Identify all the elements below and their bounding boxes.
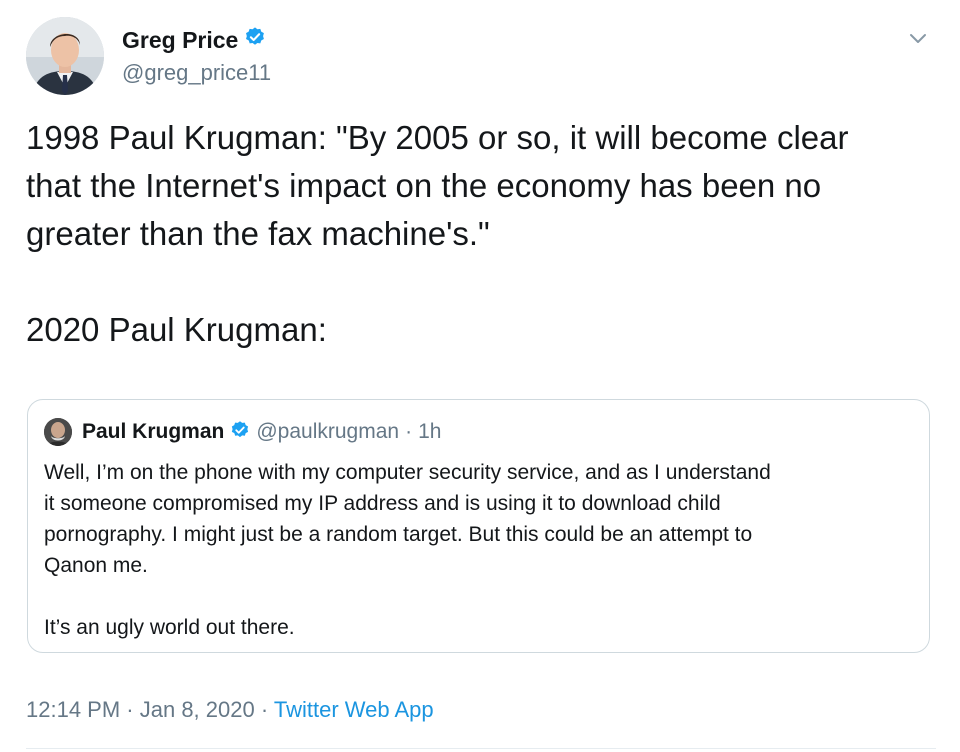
meta-separator: · <box>120 697 140 722</box>
quoted-text-line: Well, I’m on the phone with my computer … <box>44 461 771 484</box>
tweet-text-line: that the Internet's impact on the econom… <box>26 167 822 204</box>
author-handle[interactable]: @greg_price11 <box>122 60 271 86</box>
verified-badge-icon <box>230 420 250 445</box>
tweet-meta: 12:14 PM · Jan 8, 2020 · Twitter Web App <box>26 697 434 723</box>
tweet-text-line: greater than the fax machine's." <box>26 215 490 252</box>
verified-badge-icon <box>244 26 266 54</box>
author-display-name[interactable]: Greg Price <box>122 26 266 54</box>
quoted-tweet-text: Well, I’m on the phone with my computer … <box>44 457 914 643</box>
quoted-text-line: pornography. I might just be a random ta… <box>44 523 753 546</box>
quoted-text-line: It’s an ugly world out there. <box>44 616 295 639</box>
quoted-text-line: Qanon me. <box>44 554 148 577</box>
quoted-tweet-header: Paul Krugman @paulkrugman · 1h <box>44 418 441 446</box>
quoted-author-avatar <box>44 418 72 446</box>
tweet-time[interactable]: 12:14 PM <box>26 697 120 722</box>
divider <box>26 748 936 749</box>
tweet-date[interactable]: Jan 8, 2020 <box>140 697 255 722</box>
author-avatar[interactable] <box>26 17 104 95</box>
quoted-text-line: it someone compromised my IP address and… <box>44 492 721 515</box>
quoted-timestamp: 1h <box>418 420 442 443</box>
tweet-text-line: 2020 Paul Krugman: <box>26 311 327 348</box>
quoted-author-name: Paul Krugman <box>82 420 225 443</box>
quoted-author-handle: @paulkrugman <box>256 420 400 443</box>
tweet-source-link[interactable]: Twitter Web App <box>274 697 434 722</box>
quoted-separator: · <box>405 420 413 443</box>
tweet-text-line: 1998 Paul Krugman: "By 2005 or so, it wi… <box>26 119 849 156</box>
meta-separator: · <box>254 697 274 722</box>
author-name-text: Greg Price <box>122 26 239 53</box>
quoted-tweet[interactable]: Paul Krugman @paulkrugman · 1h Well, I’m… <box>27 399 930 653</box>
tweet-card: Greg Price @greg_price11 1998 Paul Krugm… <box>0 0 960 752</box>
tweet-text: 1998 Paul Krugman: "By 2005 or so, it wi… <box>26 114 936 354</box>
chevron-down-icon[interactable] <box>905 28 931 48</box>
